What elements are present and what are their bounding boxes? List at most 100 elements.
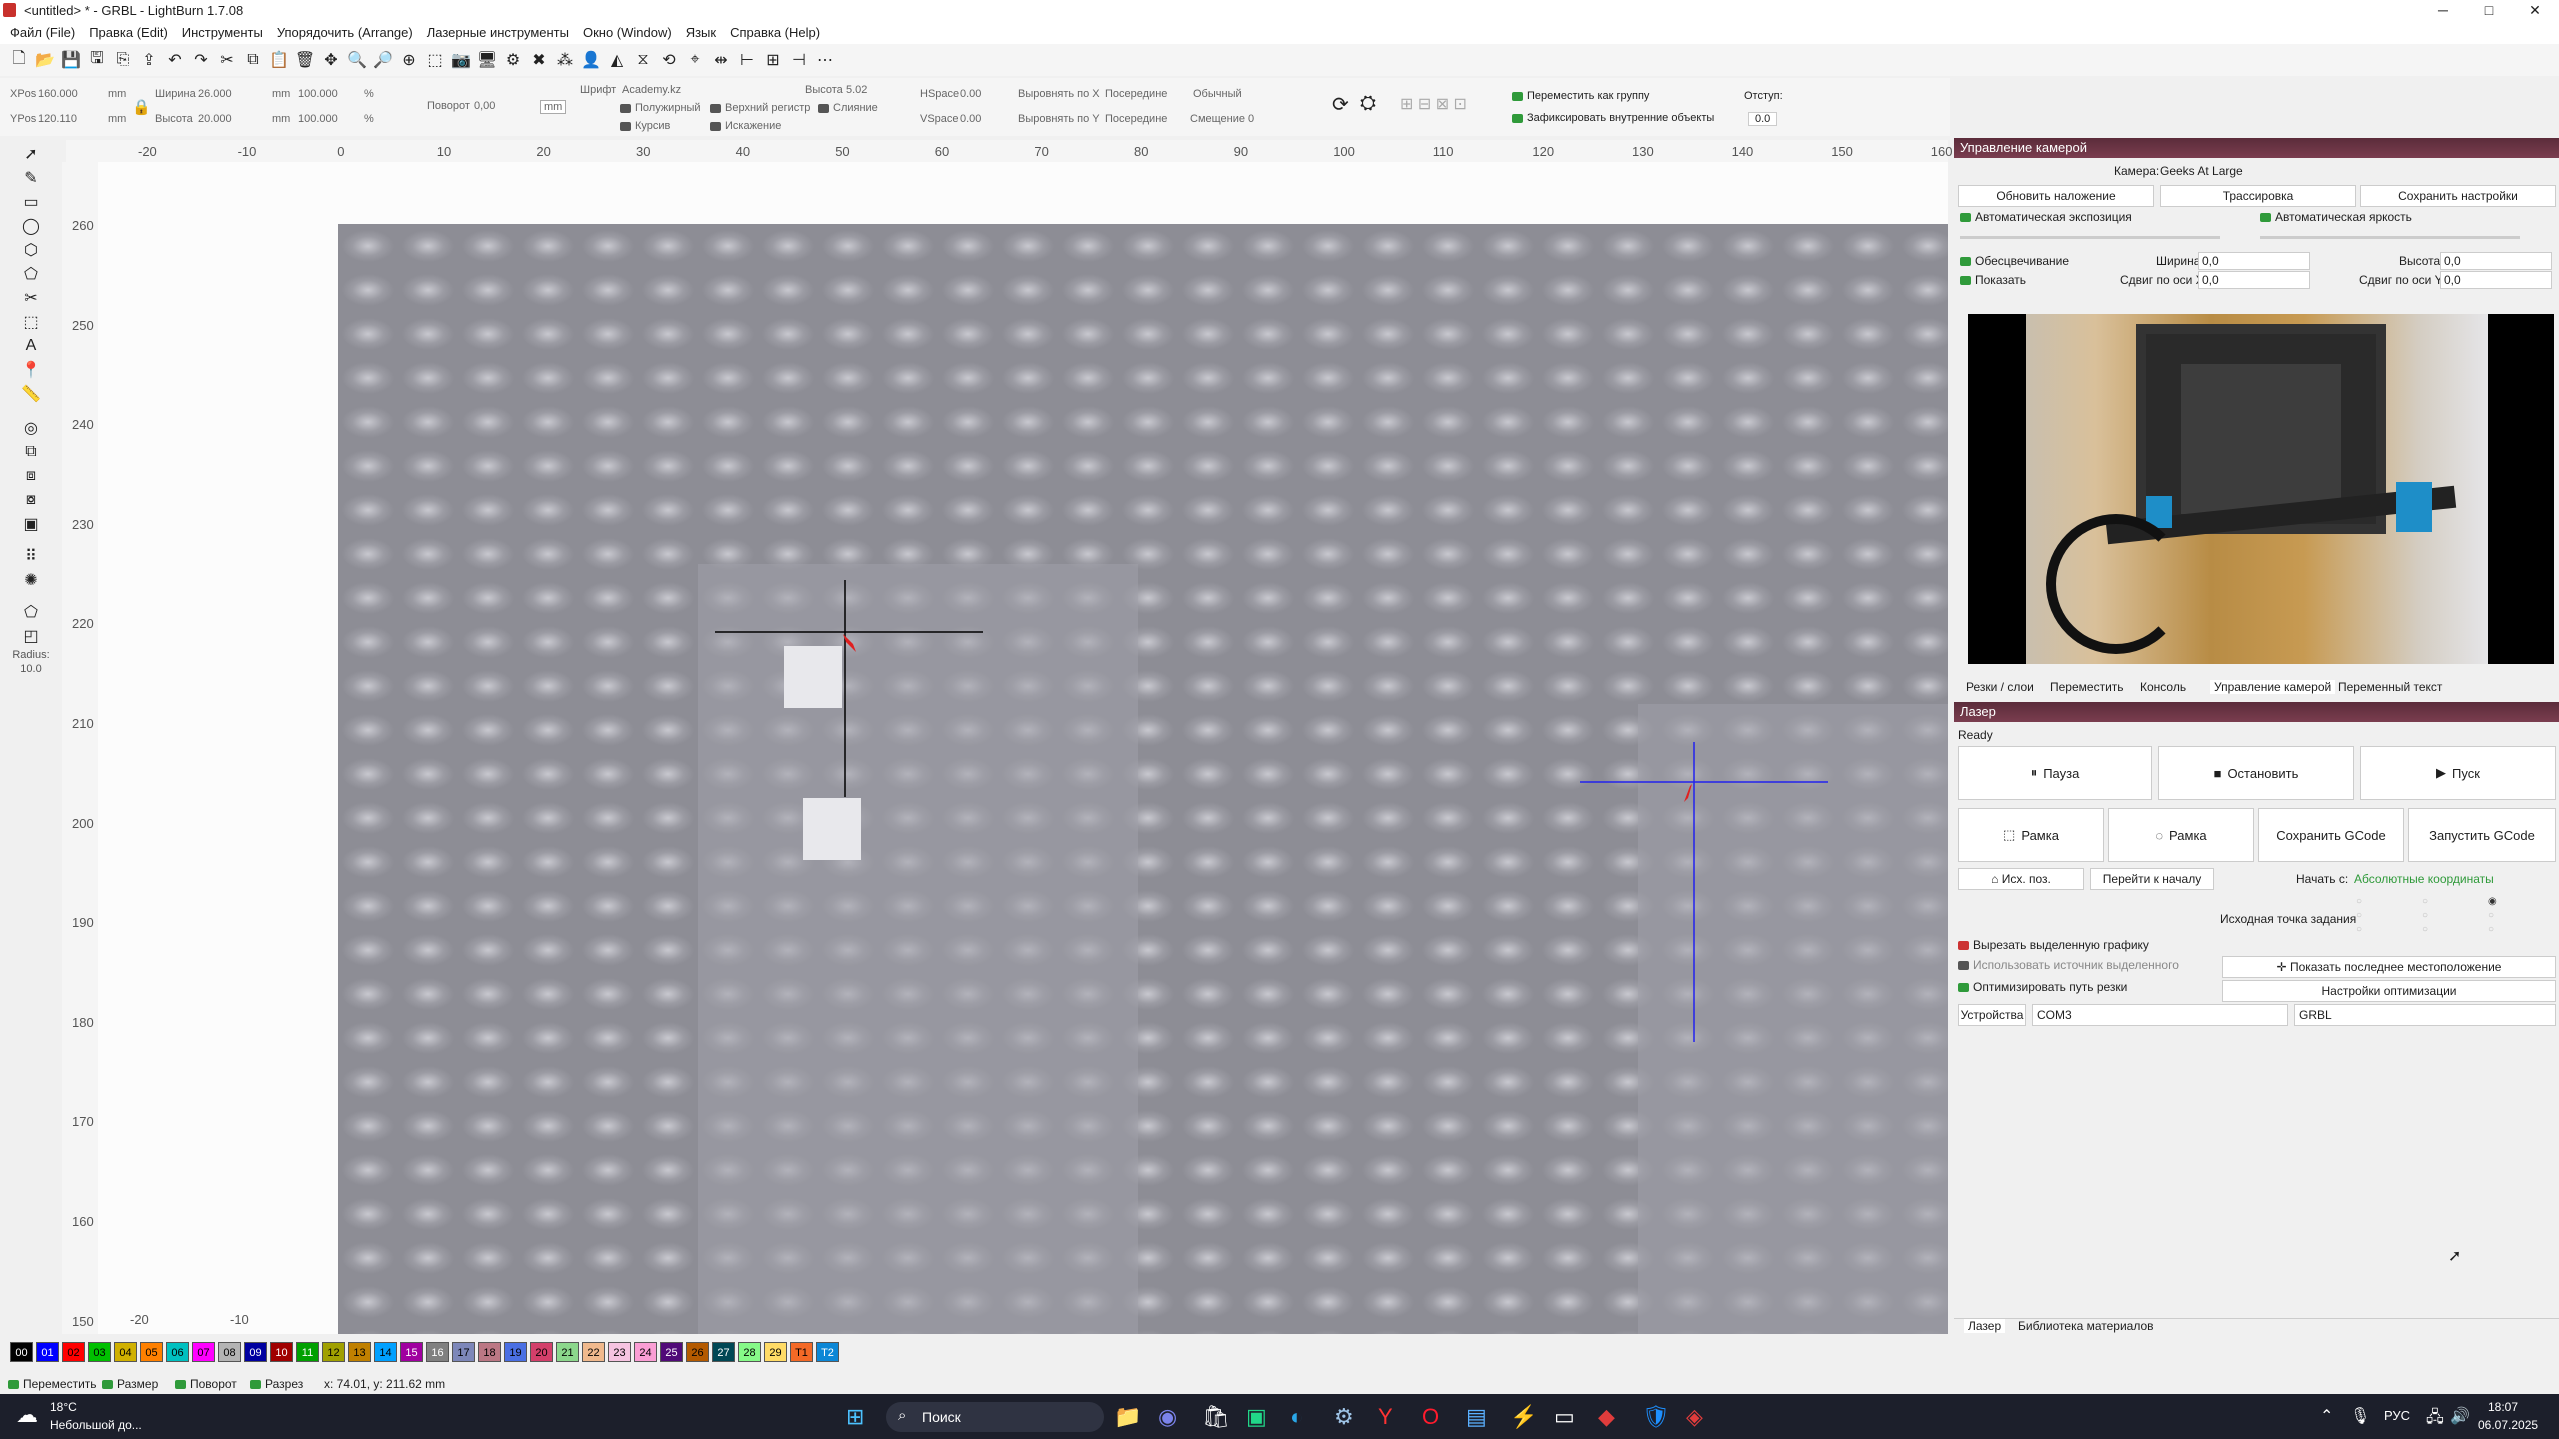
palette-swatch-09[interactable]: 09 (244, 1342, 267, 1362)
machine-icon[interactable]: ⛭ (1360, 92, 1376, 115)
lightburn-active-icon[interactable]: ◈ (1686, 1404, 1703, 1430)
camera-capture-icon[interactable]: 📷 (450, 49, 472, 71)
status-rotate-toggle[interactable]: Поворот (190, 1377, 237, 1391)
menu-language[interactable]: Язык (682, 25, 726, 40)
open-file-icon[interactable]: 📂 (34, 49, 56, 71)
palette-swatch-18[interactable]: 18 (478, 1342, 501, 1362)
save-as-icon[interactable]: 🖫 (86, 49, 108, 71)
distribute-icon[interactable]: ⇹ (710, 49, 732, 71)
palette-swatch-20[interactable]: 20 (530, 1342, 553, 1362)
notepad-icon[interactable]: ▭ (1554, 1404, 1575, 1430)
palette-swatch-12[interactable]: 12 (322, 1342, 345, 1362)
palette-swatch-28[interactable]: 28 (738, 1342, 761, 1362)
offset-field[interactable]: 0 (1248, 113, 1254, 125)
teams-icon[interactable]: ◉ (1158, 1404, 1177, 1430)
save-settings-button[interactable]: Сохранить настройки (2360, 185, 2556, 207)
palette-swatch-00[interactable]: 00 (10, 1342, 33, 1362)
pen-icon[interactable]: ✎ (18, 166, 44, 190)
taskbar-search[interactable]: ⌕ Поиск (886, 1402, 1104, 1432)
ellipse-icon[interactable]: ◯ (18, 214, 44, 238)
cam-height-field[interactable]: 0,0 (2440, 252, 2552, 270)
yandex-browser-icon[interactable]: Y (1378, 1404, 1393, 1430)
show-last-position-button[interactable]: ✛ Показать последнее местоположение (2222, 956, 2556, 978)
pause-button[interactable]: ⏸ Пауза (1958, 746, 2152, 800)
tab-cuts-layers[interactable]: Резки / слои (1966, 680, 2034, 694)
go-to-origin-button[interactable]: Перейти к началу (2090, 868, 2214, 890)
polygon-icon[interactable]: ⬡ (18, 238, 44, 262)
settings-icon[interactable]: ⚙ (502, 49, 524, 71)
tray-chevron-icon[interactable]: ⌃ (2320, 1406, 2333, 1426)
cam-width-field[interactable]: 0,0 (2198, 252, 2310, 270)
volume-icon[interactable]: 🔊 (2450, 1406, 2470, 1426)
font-height-field[interactable]: 5.02 (846, 84, 867, 96)
select-icon[interactable]: ➚ (18, 142, 44, 166)
auto-brightness-checkbox[interactable]: Автоматическая яркость (2275, 210, 2412, 224)
stop-button[interactable]: ■ Остановить (2158, 746, 2354, 800)
zoom-in-icon[interactable]: 🔍 (346, 49, 368, 71)
boolean-union-icon[interactable]: ⧉ (18, 440, 44, 464)
weld-shapes-icon[interactable]: ▣ (18, 512, 44, 536)
palette-swatch-03[interactable]: 03 (88, 1342, 111, 1362)
palette-swatch-15[interactable]: 15 (400, 1342, 423, 1362)
status-shear-toggle[interactable]: Разрез (265, 1377, 303, 1391)
optimization-settings-button[interactable]: Настройки оптимизации (2222, 980, 2556, 1002)
weld-icon[interactable]: ⟳ (1332, 92, 1349, 117)
palette-swatch-11[interactable]: 11 (296, 1342, 319, 1362)
align-x-select[interactable]: Посередине (1105, 88, 1167, 100)
palette-swatch-26[interactable]: 26 (686, 1342, 709, 1362)
start-from-select[interactable]: Абсолютные координаты (2354, 872, 2494, 886)
tab-laser[interactable]: Лазер (1964, 1319, 2006, 1333)
menu-laser-tools[interactable]: Лазерные инструменты (423, 25, 579, 40)
show-checkbox[interactable]: Показать (1975, 273, 2026, 287)
delete-icon[interactable]: 🗑 (294, 49, 316, 71)
offset-icon[interactable]: ◎ (18, 416, 44, 440)
zoom-page-icon[interactable]: ⊕ (398, 49, 420, 71)
frame-circle-button[interactable]: ◌ Рамка (2108, 808, 2254, 862)
shift-y-field[interactable]: 0,0 (2440, 271, 2552, 289)
menu-file[interactable]: Файл (File) (6, 25, 85, 40)
palette-swatch-22[interactable]: 22 (582, 1342, 605, 1362)
tab-camera-control[interactable]: Управление камерой (2210, 680, 2336, 694)
lock-icon[interactable]: 🔒 (132, 98, 151, 116)
undo-icon[interactable]: ↶ (164, 49, 186, 71)
palette-swatch-17[interactable]: 17 (452, 1342, 475, 1362)
palette-swatch-21[interactable]: 21 (556, 1342, 579, 1362)
tab-move[interactable]: Переместить (2050, 680, 2124, 694)
steam-icon[interactable]: ⚙ (1334, 1404, 1354, 1430)
export-icon[interactable]: ⇪ (138, 49, 160, 71)
store-icon[interactable]: 🛍 (1202, 1404, 1230, 1430)
import-icon[interactable]: ⎘ (112, 49, 134, 71)
pycharm-icon[interactable]: ▣ (1246, 1404, 1267, 1430)
camera-select[interactable]: Geeks At Large (2160, 164, 2243, 178)
windows-start-icon[interactable]: ⊞ (846, 1404, 864, 1430)
menu-tools[interactable]: Инструменты (178, 25, 273, 40)
hspace-field[interactable]: 0.00 (960, 88, 981, 100)
lightburn-taskbar-icon[interactable]: ◆ (1598, 1404, 1615, 1430)
monitor-icon[interactable]: 🖥 (476, 49, 498, 71)
lock-inner-checkbox[interactable]: Зафиксировать внутренние объекты (1527, 112, 1714, 124)
move-icon[interactable]: ✥ (320, 49, 342, 71)
boolean-subtract-icon[interactable]: ⧈ (18, 464, 44, 488)
polygon-alt-icon[interactable]: ⬠ (18, 262, 44, 286)
home-button[interactable]: ⌂ Исх. поз. (1958, 868, 2084, 890)
maximize-button[interactable]: □ (2466, 0, 2512, 20)
bold-checkbox[interactable]: Полужирный (635, 102, 701, 114)
language-indicator[interactable]: РУС (2384, 1408, 2410, 1423)
start-button[interactable]: ▶ Пуск (2360, 746, 2556, 800)
zoom-selection-icon[interactable]: ⬚ (424, 49, 446, 71)
radius-field[interactable]: 10.0 (18, 662, 44, 676)
copy-icon[interactable]: ⧉ (242, 49, 264, 71)
rectangle-icon[interactable]: ▭ (18, 190, 44, 214)
tab-material-library[interactable]: Библиотека материалов (2018, 1319, 2154, 1333)
status-move-toggle[interactable]: Переместить (23, 1377, 97, 1391)
job-origin-grid[interactable]: ○ ○ ◉ ○ ○ ○ ○ ○ ○ (2356, 896, 2536, 940)
edge-icon[interactable]: ◐ (1290, 1404, 1303, 1430)
palette-swatch-27[interactable]: 27 (712, 1342, 735, 1362)
weather-icon[interactable]: ☁ (16, 1402, 38, 1428)
palette-swatch-04[interactable]: 04 (114, 1342, 137, 1362)
palette-swatch-T2[interactable]: T2 (816, 1342, 839, 1362)
palette-swatch-01[interactable]: 01 (36, 1342, 59, 1362)
boolean-intersect-icon[interactable]: ⧇ (18, 488, 44, 512)
paste-icon[interactable]: 📋 (268, 49, 290, 71)
minimize-button[interactable]: ─ (2420, 0, 2466, 20)
